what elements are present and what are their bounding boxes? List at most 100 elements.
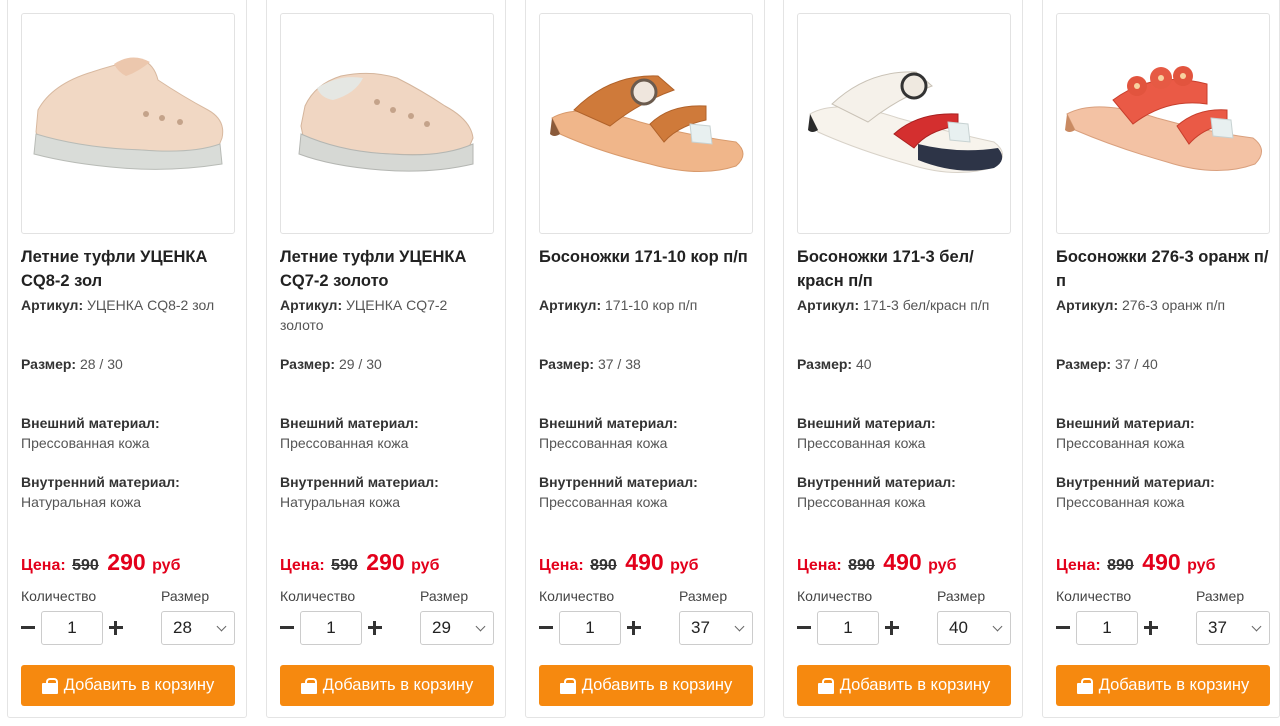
article-row: Артикул: 171-10 кор п/п [539, 295, 753, 315]
product-image[interactable] [539, 13, 753, 234]
size-select-value: 37 [1208, 618, 1227, 637]
minus-icon[interactable] [21, 621, 35, 635]
add-to-cart-button[interactable]: Добавить в корзину [280, 665, 494, 706]
product-grid: Летние туфли УЦЕНКА CQ8-2 зол Артикул: У… [0, 0, 1280, 726]
size-row: Размер: 37 / 38 [539, 354, 753, 374]
article-row: Артикул: 171-3 бел/красн п/п [797, 295, 1011, 315]
product-image[interactable] [1056, 13, 1270, 234]
product-card: Босоножки 276-3 оранж п/п Артикул: 276-3… [1042, 0, 1280, 718]
plus-icon[interactable] [1144, 621, 1158, 635]
size-value: 37 / 38 [597, 356, 641, 372]
size-select[interactable]: 37 [679, 611, 753, 645]
size-select-label: Размер [420, 588, 469, 604]
size-select[interactable]: 37 [1196, 611, 1270, 645]
size-select-value: 29 [432, 618, 451, 637]
outer-material-value: Прессованная кожа [21, 435, 150, 451]
add-to-cart-button[interactable]: Добавить в корзину [539, 665, 753, 706]
quantity-label: Количество [539, 588, 615, 604]
size-value: 37 / 40 [1114, 356, 1158, 372]
size-select[interactable]: 40 [937, 611, 1011, 645]
add-to-cart-button[interactable]: Добавить в корзину [797, 665, 1011, 706]
size-select-value: 40 [949, 618, 968, 637]
product-title[interactable]: Летние туфли УЦЕНКА CQ7-2 золото [280, 245, 494, 293]
inner-material-value: Прессованная кожа [539, 494, 668, 510]
outer-material-label: Внешний материал: [21, 415, 160, 431]
quantity-input[interactable]: 1 [41, 611, 103, 645]
size-label: Размер: [539, 356, 595, 372]
old-price: 890 [848, 557, 875, 574]
currency: руб [411, 557, 440, 574]
article-value: 171-3 бел/красн п/п [863, 297, 990, 313]
outer-material-label: Внешний материал: [539, 415, 678, 431]
product-title[interactable]: Босоножки 276-3 оранж п/п [1056, 245, 1270, 293]
inner-material-label: Внутренний материал: [280, 474, 439, 490]
size-select[interactable]: 28 [161, 611, 235, 645]
size-value: 40 [855, 356, 872, 372]
chevron-down-icon [1252, 621, 1262, 635]
product-image[interactable] [21, 13, 235, 234]
article-row: Артикул: УЦЕНКА CQ8-2 зол [21, 295, 235, 315]
add-to-cart-button[interactable]: Добавить в корзину [1056, 665, 1270, 706]
inner-material-value: Прессованная кожа [797, 494, 926, 510]
quantity-input[interactable]: 1 [817, 611, 879, 645]
plus-icon[interactable] [109, 621, 123, 635]
price-row: Цена: 890 490 руб [539, 549, 698, 576]
price-label: Цена: [539, 557, 584, 574]
size-select[interactable]: 29 [420, 611, 494, 645]
quantity-label: Количество [21, 588, 97, 604]
new-price: 490 [1142, 549, 1181, 575]
size-label: Размер: [1056, 356, 1112, 372]
inner-material-value: Натуральная кожа [280, 494, 401, 510]
size-value: 29 / 30 [338, 356, 382, 372]
article-label: Артикул: [539, 297, 602, 313]
size-row: Размер: 37 / 40 [1056, 354, 1270, 374]
quantity-input[interactable]: 1 [559, 611, 621, 645]
article-label: Артикул: [797, 297, 860, 313]
add-to-cart-label: Добавить в корзину [581, 676, 733, 694]
price-row: Цена: 890 490 руб [1056, 549, 1215, 576]
sandal-photo-icon [1065, 66, 1262, 171]
shopping-bag-icon [817, 677, 834, 694]
size-select-value: 37 [691, 618, 710, 637]
outer-material-value: Прессованная кожа [280, 435, 409, 451]
new-price: 490 [625, 549, 664, 575]
size-label: Размер: [797, 356, 853, 372]
quantity-input[interactable]: 1 [300, 611, 362, 645]
size-label: Размер: [21, 356, 77, 372]
plus-icon[interactable] [368, 621, 382, 635]
product-title[interactable]: Летние туфли УЦЕНКА CQ8-2 зол [21, 245, 235, 293]
size-row: Размер: 29 / 30 [280, 354, 494, 374]
product-title[interactable]: Босоножки 171-3 бел/красн п/п [797, 245, 1011, 293]
new-price: 490 [883, 549, 922, 575]
outer-material-label: Внешний материал: [1056, 415, 1195, 431]
article-value: 171-10 кор п/п [605, 297, 698, 313]
minus-icon[interactable] [1056, 621, 1070, 635]
size-select-label: Размер [679, 588, 728, 604]
new-price: 290 [366, 549, 405, 575]
product-card: Летние туфли УЦЕНКА CQ8-2 зол Артикул: У… [7, 0, 247, 718]
add-to-cart-button[interactable]: Добавить в корзину [21, 665, 235, 706]
plus-icon[interactable] [627, 621, 641, 635]
shoe-photo-icon [33, 57, 224, 170]
plus-icon[interactable] [885, 621, 899, 635]
product-image[interactable] [797, 13, 1011, 234]
article-label: Артикул: [21, 297, 84, 313]
minus-icon[interactable] [280, 621, 294, 635]
article-value: УЦЕНКА CQ8-2 зол [87, 297, 215, 313]
size-value: 28 / 30 [79, 356, 123, 372]
shopping-bag-icon [559, 677, 576, 694]
product-title[interactable]: Босоножки 171-10 кор п/п [539, 245, 753, 269]
quantity-label: Количество [280, 588, 356, 604]
outer-material-value: Прессованная кожа [539, 435, 668, 451]
shoe-photo-icon [298, 72, 474, 172]
price-label: Цена: [280, 557, 325, 574]
minus-icon[interactable] [539, 621, 553, 635]
chevron-down-icon [735, 621, 745, 635]
new-price: 290 [107, 549, 146, 575]
currency: руб [670, 557, 699, 574]
shopping-bag-icon [41, 677, 58, 694]
product-image[interactable] [280, 13, 494, 234]
quantity-input[interactable]: 1 [1076, 611, 1138, 645]
minus-icon[interactable] [797, 621, 811, 635]
sandal-photo-icon [808, 71, 1003, 173]
